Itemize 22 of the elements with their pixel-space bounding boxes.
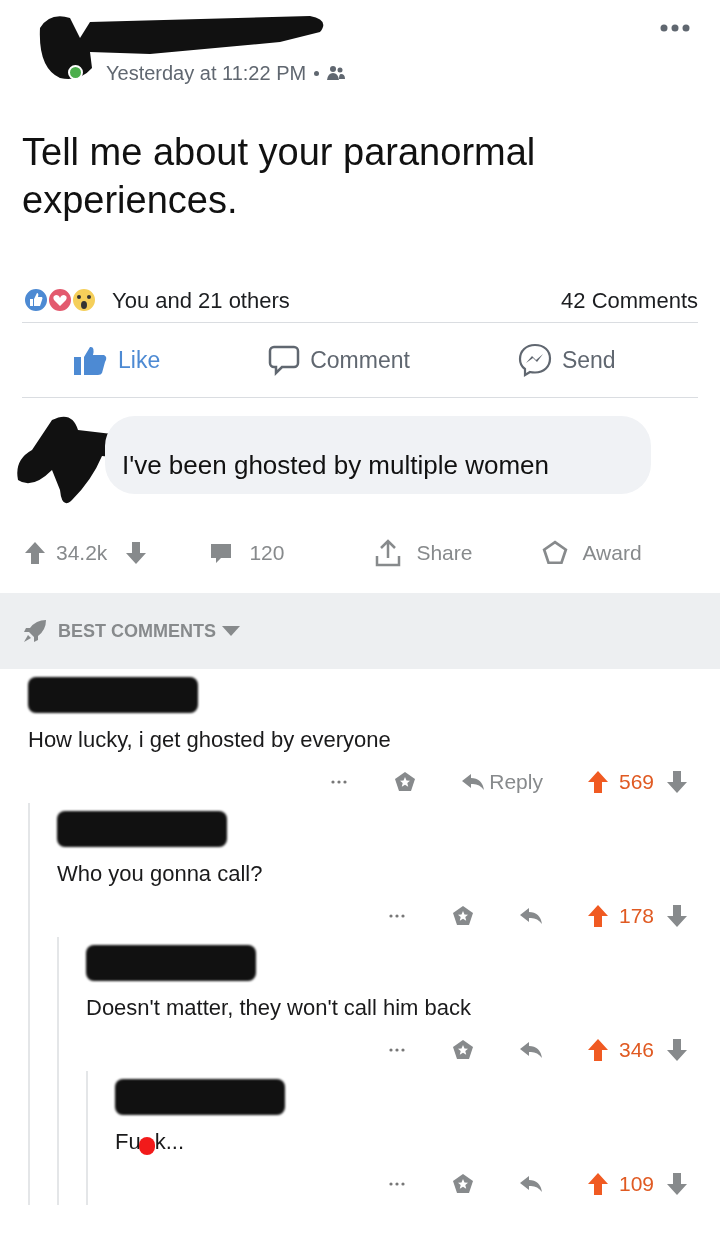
comment-score: 178	[618, 903, 654, 930]
reply-button[interactable]: Reply	[461, 766, 543, 798]
comment-text: Who you gonna call?	[57, 860, 264, 888]
comment-text: Doesn't matter, they won't call him back	[86, 994, 472, 1022]
share-button[interactable]: Share	[374, 537, 473, 569]
comment-score: 346	[618, 1037, 654, 1064]
reaction-summary[interactable]: You and 21 others	[112, 283, 290, 317]
send-button[interactable]: Send	[517, 342, 616, 378]
award-button[interactable]: Award	[542, 537, 642, 569]
like-button[interactable]: Like	[72, 342, 161, 378]
sort-dropdown[interactable]: BEST COMMENTS	[58, 617, 240, 645]
comment-score: 109	[618, 1171, 654, 1198]
comment-button[interactable]: Comment	[268, 342, 410, 378]
comment-score: 569	[618, 769, 654, 796]
post-time: Yesterday at 11:22 PM	[106, 61, 307, 86]
post-text: Tell me about your paranormal experiences.	[21, 130, 537, 223]
comment-text: Fu k...	[115, 1128, 186, 1157]
post-score: 34.2k	[56, 540, 108, 567]
comment-total: 120	[249, 540, 285, 567]
comment-text: How lucky, i get ghosted by everyone	[28, 726, 392, 754]
comment-count[interactable]: 42 Comments	[561, 283, 698, 317]
comment-text: I've been ghosted by multiple women	[122, 449, 549, 482]
